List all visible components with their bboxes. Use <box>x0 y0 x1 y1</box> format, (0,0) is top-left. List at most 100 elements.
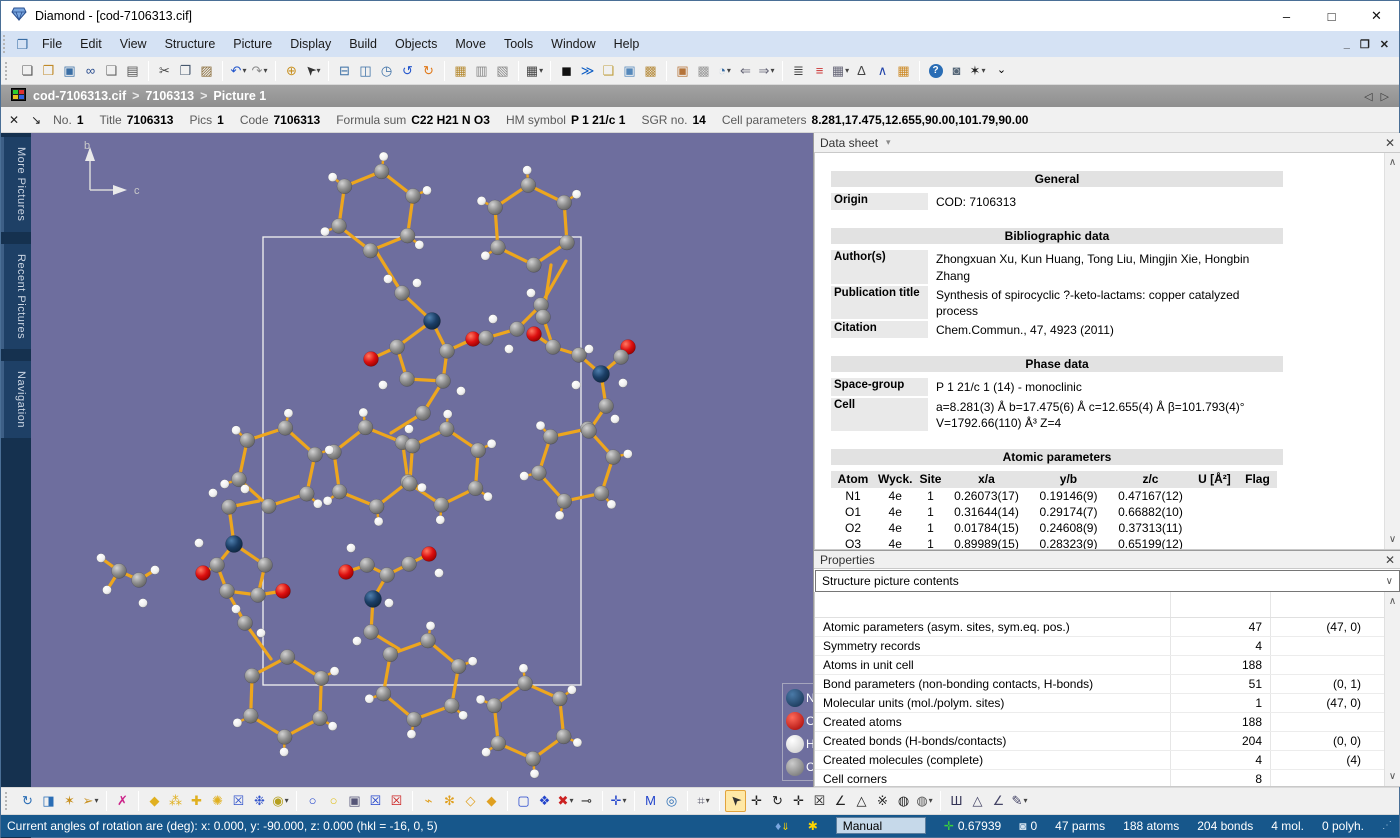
atom-H[interactable] <box>232 426 241 435</box>
angle-tool-icon[interactable]: ∠ <box>988 790 1009 812</box>
atom-C[interactable] <box>521 178 536 193</box>
atom-C[interactable] <box>402 557 417 572</box>
select-pointer-icon[interactable]: ➤ <box>725 790 746 812</box>
atom-C[interactable] <box>374 164 389 179</box>
atom-C[interactable] <box>451 659 466 674</box>
paste-picture-icon[interactable]: ▩ <box>640 60 661 82</box>
new-table-icon[interactable]: ▦ <box>450 60 471 82</box>
properties-scrollbar[interactable]: ∧ ∨ <box>1384 592 1400 786</box>
create-bonds-icon[interactable]: ✻ <box>439 790 460 812</box>
data-sheet-close-icon[interactable]: ✕ <box>1385 136 1395 150</box>
sidebar-tab-navigation[interactable]: Navigation <box>1 361 31 438</box>
atom-H[interactable] <box>347 544 356 553</box>
atom-H[interactable] <box>436 516 445 525</box>
closed-ring-icon[interactable]: ◆ <box>481 790 502 812</box>
atom-C[interactable] <box>559 235 574 250</box>
atom-C[interactable] <box>518 676 533 691</box>
atom-H[interactable] <box>330 667 339 676</box>
atom-H[interactable] <box>476 695 485 704</box>
atom-C[interactable] <box>277 730 292 745</box>
atom-C[interactable] <box>557 195 572 210</box>
angle-measure-icon[interactable]: ∆ <box>851 60 872 82</box>
atom-C[interactable] <box>491 736 506 751</box>
atom-H[interactable] <box>385 599 394 608</box>
tilt-view-icon[interactable]: △ <box>851 790 872 812</box>
atom-C[interactable] <box>400 228 415 243</box>
atom-H[interactable] <box>435 569 444 578</box>
atom-H[interactable] <box>374 517 383 526</box>
atom-C[interactable] <box>210 558 225 573</box>
atom-question-icon[interactable]: ✺ <box>207 790 228 812</box>
atom-C[interactable] <box>552 691 567 706</box>
update-picture-icon[interactable]: ↻ <box>17 790 38 812</box>
build-wizard-icon[interactable]: ✶ <box>59 790 80 812</box>
atom-H[interactable] <box>413 279 422 288</box>
atom-H[interactable] <box>233 719 242 728</box>
sidebar-tab-recent-pictures[interactable]: Recent Pictures <box>1 244 31 349</box>
properties-close-icon[interactable]: ✕ <box>1385 553 1395 567</box>
atom-O[interactable] <box>466 332 481 347</box>
atom-H[interactable] <box>611 415 620 424</box>
atom-H[interactable] <box>572 381 581 390</box>
atom-H[interactable] <box>482 748 491 757</box>
move-xy-icon[interactable]: ✛ <box>746 790 767 812</box>
atom-C[interactable] <box>261 499 276 514</box>
atom-H[interactable] <box>481 251 490 260</box>
atom-H[interactable] <box>280 748 289 757</box>
fill-cell-icon[interactable]: ☒ <box>228 790 249 812</box>
atom-H[interactable] <box>103 586 112 595</box>
resize-grip[interactable]: ⋰ <box>1382 820 1393 831</box>
atom-H[interactable] <box>519 664 528 673</box>
atom-H[interactable] <box>555 511 564 520</box>
atom-C[interactable] <box>556 729 571 744</box>
atom-C[interactable] <box>526 258 541 273</box>
create-bond-icon[interactable]: ⌁ <box>418 790 439 812</box>
atom-C[interactable] <box>280 650 295 665</box>
atom-C[interactable] <box>363 243 378 258</box>
zoom-view-icon[interactable]: ☒ <box>809 790 830 812</box>
add-atoms-icon[interactable]: ⁂ <box>165 790 186 812</box>
find-icon[interactable]: ∞ <box>80 60 101 82</box>
properties-selector[interactable]: Structure picture contents ∨ <box>815 570 1400 592</box>
wizard-icon[interactable]: ✱ <box>808 819 818 833</box>
data-table-icon[interactable]: ▦▾ <box>830 60 851 82</box>
rotate-view-icon[interactable]: ↻ <box>767 790 788 812</box>
atom-H[interactable] <box>489 315 498 324</box>
delete-cell-icon[interactable]: ✖▾ <box>555 790 576 812</box>
copy-table-icon[interactable]: ▧ <box>492 60 513 82</box>
atom-H[interactable] <box>139 599 148 608</box>
video-screen-icon[interactable]: ◼ <box>556 60 577 82</box>
sidebar-tab-more-pictures[interactable]: More Pictures <box>1 137 31 231</box>
menu-file[interactable]: File <box>33 33 71 55</box>
picture-file-icon[interactable]: ▣ <box>672 60 693 82</box>
split-window-icon[interactable]: ◫ <box>355 60 376 82</box>
atom-H[interactable] <box>220 480 229 489</box>
atom-H[interactable] <box>232 605 241 614</box>
atom-H[interactable] <box>151 566 160 575</box>
atom-C[interactable] <box>546 340 561 355</box>
atom-C[interactable] <box>468 481 483 496</box>
atom-C[interactable] <box>390 340 405 355</box>
rotate-z-icon[interactable]: ∠ <box>830 790 851 812</box>
undo-icon[interactable]: ↶▾ <box>228 60 249 82</box>
atom-H[interactable] <box>505 345 514 354</box>
mode-selector[interactable]: Manual <box>836 817 926 834</box>
atom-C[interactable] <box>332 484 347 499</box>
atom-C[interactable] <box>471 443 486 458</box>
new-document-icon[interactable]: ❏ <box>17 60 38 82</box>
atom-C[interactable] <box>132 573 147 588</box>
atom-C[interactable] <box>364 625 379 640</box>
atom-H[interactable] <box>572 190 581 199</box>
atom-H[interactable] <box>407 730 416 739</box>
goto-icon[interactable]: ↘ <box>31 113 41 127</box>
cell-edges-icon[interactable]: ❖ <box>534 790 555 812</box>
powder-pattern-icon[interactable]: ∧ <box>872 60 893 82</box>
measure-pencil-icon[interactable]: ✎▾ <box>1009 790 1030 812</box>
element-label-icon[interactable]: ⊸ <box>576 790 597 812</box>
history-clock-icon[interactable]: ◔▾ <box>714 60 735 82</box>
record-list-icon[interactable]: ≡ <box>809 60 830 82</box>
structure-viewport[interactable]: b c NOHC <box>31 133 813 787</box>
atom-C[interactable] <box>510 322 525 337</box>
mdi-close-button[interactable]: ✕ <box>1380 38 1389 51</box>
atom-C[interactable] <box>314 671 329 686</box>
